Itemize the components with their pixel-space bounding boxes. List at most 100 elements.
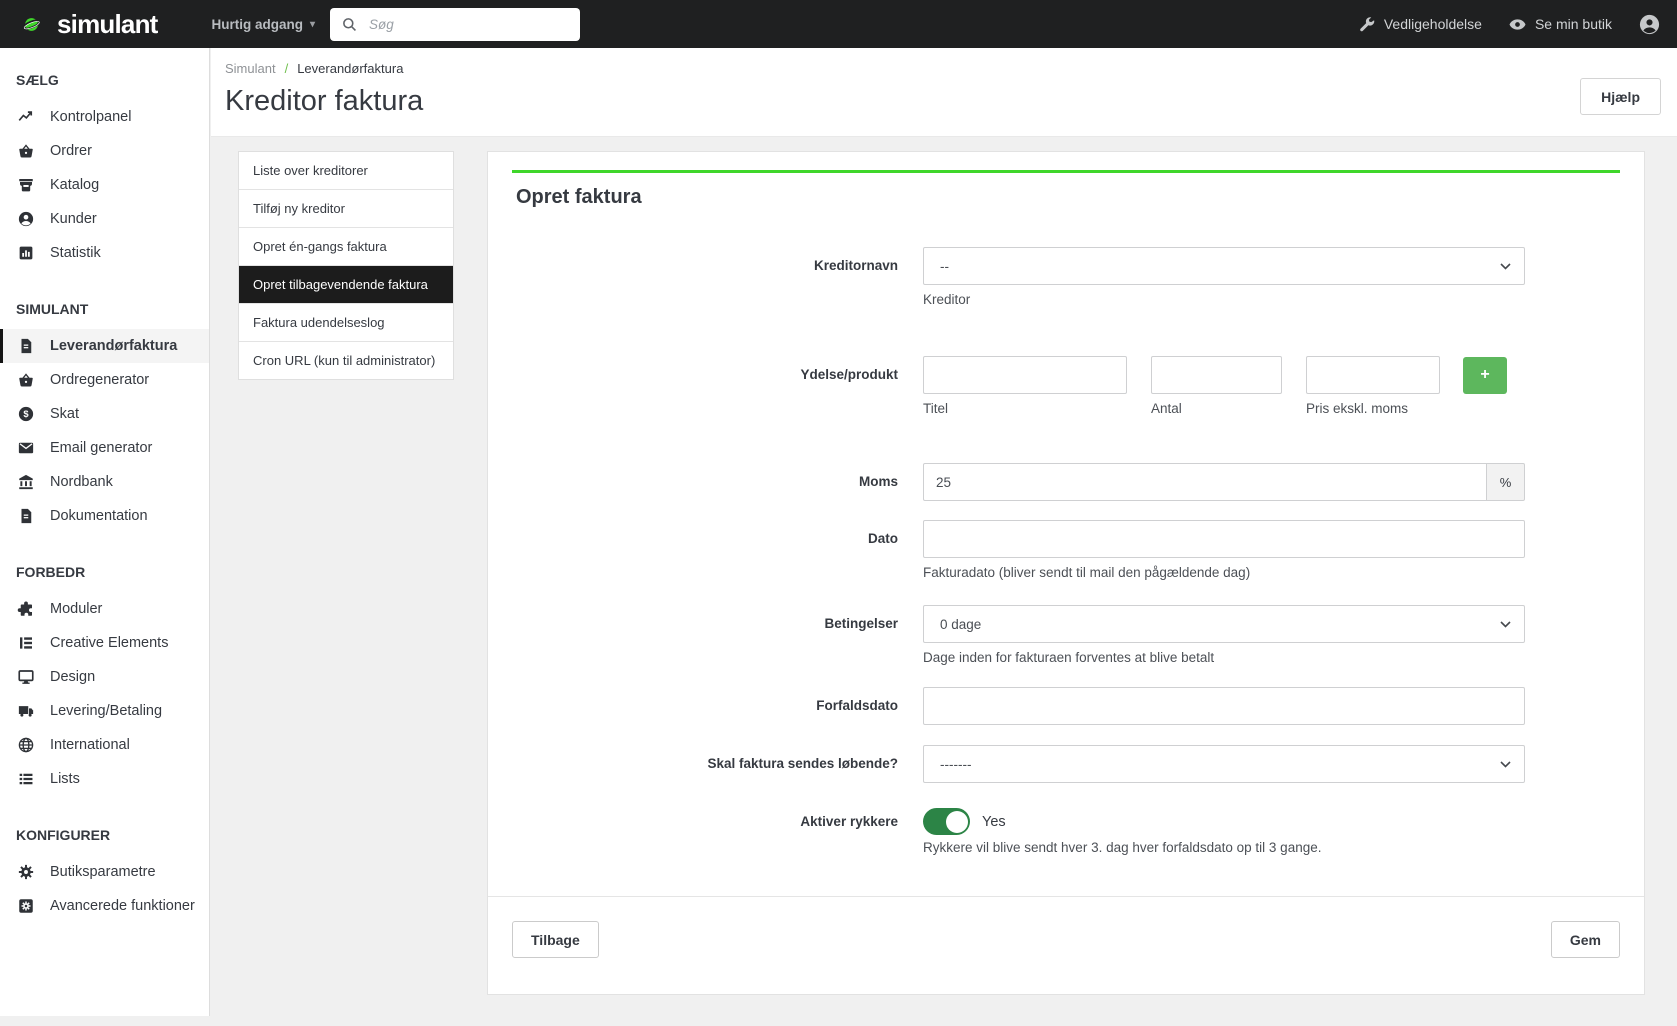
sidebar-item-design[interactable]: Design: [0, 660, 209, 694]
terms-label: Betingelser: [512, 605, 923, 665]
sidebar-item-moduler[interactable]: Moduler: [0, 592, 209, 626]
sidebar-item-statistik[interactable]: Statistik: [0, 236, 209, 270]
terms-row: Betingelser 0 dage Dage inden for faktur…: [512, 605, 1620, 665]
chevron-down-icon: [1500, 263, 1511, 270]
sidebar-item-kunder[interactable]: Kunder: [0, 202, 209, 236]
submenu-item-faktura-udendelseslog[interactable]: Faktura udendelseslog: [239, 303, 453, 341]
sidebar-item-nordbank[interactable]: Nordbank: [0, 465, 209, 499]
add-product-button[interactable]: +: [1463, 357, 1507, 394]
reminders-label: Aktiver rykkere: [512, 808, 923, 855]
submenu-item-opret-en-gangs-faktura[interactable]: Opret én-gangs faktura: [239, 227, 453, 265]
reminders-row: Aktiver rykkere Yes Rykkere vil blive se…: [512, 808, 1620, 855]
accent-line: [512, 170, 1620, 173]
product-quantity-helper: Antal: [1151, 401, 1306, 416]
reminders-toggle[interactable]: [923, 808, 970, 835]
sidebar-item-label: Statistik: [50, 244, 101, 262]
recurring-label: Skal faktura sendes løbende?: [512, 745, 923, 783]
chevron-down-icon: [1500, 621, 1511, 628]
save-button[interactable]: Gem: [1551, 921, 1620, 958]
sidebar-item-label: Katalog: [50, 176, 99, 194]
invoice-icon: [16, 337, 35, 356]
global-search[interactable]: [330, 8, 580, 41]
view-shop-label: Se min butik: [1535, 16, 1612, 32]
submenu: Liste over kreditorer Tilføj ny kreditor…: [238, 151, 454, 380]
submenu-item-cron-url[interactable]: Cron URL (kun til administrator): [239, 341, 453, 379]
sidebar-item-international[interactable]: International: [0, 728, 209, 762]
help-button[interactable]: Hjælp: [1580, 78, 1661, 115]
sidebar-item-ordrer[interactable]: Ordrer: [0, 134, 209, 168]
terms-helper: Dage inden for fakturaen forventes at bl…: [923, 650, 1525, 665]
person-icon: [16, 210, 35, 229]
sidebar-item-levering-betaling[interactable]: Levering/Betaling: [0, 694, 209, 728]
top-bar: simulant Hurtig adgang ▾ Vedligeholdelse…: [0, 0, 1677, 48]
chevron-down-icon: ▾: [310, 19, 315, 30]
sidebar-section-forbedr: FORBEDR Moduler Creative Elements Design…: [0, 564, 209, 796]
quick-access-menu[interactable]: Hurtig adgang ▾: [212, 17, 316, 32]
view-shop-link[interactable]: Se min butik: [1508, 15, 1612, 34]
recurring-select[interactable]: -------: [923, 745, 1525, 783]
brand-name: simulant: [57, 11, 158, 37]
svg-text:$: $: [23, 409, 29, 419]
product-price-input[interactable]: [1306, 356, 1440, 394]
submenu-item-tilfoej-ny-kreditor[interactable]: Tilføj ny kreditor: [239, 189, 453, 227]
page-title: Kreditor faktura: [225, 85, 1677, 118]
brand-logo[interactable]: simulant: [0, 8, 158, 41]
globe-icon: [16, 736, 35, 755]
due-date-input[interactable]: [923, 687, 1525, 725]
sidebar-item-label: Nordbank: [50, 473, 113, 491]
sidebar-item-label: Skat: [50, 405, 79, 423]
product-quantity-input[interactable]: [1151, 356, 1282, 394]
recurring-select-value: -------: [940, 757, 971, 772]
reminders-toggle-state: Yes: [982, 814, 1006, 830]
breadcrumb-root[interactable]: Simulant: [225, 61, 276, 76]
sidebar-item-creative-elements[interactable]: Creative Elements: [0, 626, 209, 660]
sidebar-item-katalog[interactable]: Katalog: [0, 168, 209, 202]
submenu-item-liste-over-kreditorer[interactable]: Liste over kreditorer: [239, 152, 453, 189]
sidebar-item-skat[interactable]: $ Skat: [0, 397, 209, 431]
sidebar-item-label: Butiksparametre: [50, 863, 156, 881]
sidebar-item-label: Avancerede funktioner: [50, 897, 195, 915]
section-title: KONFIGURER: [0, 827, 209, 843]
maintenance-link[interactable]: Vedligeholdelse: [1357, 15, 1482, 34]
sidebar-section-simulant: SIMULANT Leverandørfaktura Ordregenerato…: [0, 301, 209, 533]
quick-access-label: Hurtig adgang: [212, 17, 304, 32]
invoice-date-row: Dato Fakturadato (bliver sendt til mail …: [512, 520, 1620, 580]
recurring-row: Skal faktura sendes løbende? -------: [512, 745, 1620, 783]
invoice-date-helper: Fakturadato (bliver sendt til mail den p…: [923, 565, 1525, 580]
sidebar-item-kontrolpanel[interactable]: Kontrolpanel: [0, 100, 209, 134]
sidebar-item-lists[interactable]: Lists: [0, 762, 209, 796]
invoice-date-input[interactable]: [923, 520, 1525, 558]
terms-select[interactable]: 0 dage: [923, 605, 1525, 643]
search-input[interactable]: [367, 16, 570, 33]
bank-icon: [16, 473, 35, 492]
creditor-select-value: --: [940, 259, 949, 274]
sidebar-item-label: Design: [50, 668, 95, 686]
sidebar-item-leverandoerfaktura[interactable]: Leverandørfaktura: [0, 329, 209, 363]
sidebar-item-ordregenerator[interactable]: Ordregenerator: [0, 363, 209, 397]
card-footer: Tilbage Gem: [488, 896, 1644, 978]
product-title-helper: Titel: [923, 401, 1151, 416]
search-icon: [340, 15, 359, 34]
invoice-date-label: Dato: [512, 520, 923, 580]
sidebar-item-butiksparametre[interactable]: Butiksparametre: [0, 855, 209, 889]
sidebar-item-avancerede-funktioner[interactable]: Avancerede funktioner: [0, 889, 209, 923]
chevron-down-icon: [1500, 761, 1511, 768]
sidebar-item-email-generator[interactable]: Email generator: [0, 431, 209, 465]
form-heading: Opret faktura: [516, 186, 1620, 209]
toggle-knob: [946, 811, 968, 833]
account-avatar[interactable]: [1638, 13, 1661, 36]
product-title-input[interactable]: [923, 356, 1127, 394]
creditor-select[interactable]: --: [923, 247, 1525, 285]
breadcrumb-separator: /: [285, 61, 289, 76]
truck-icon: [16, 702, 35, 721]
topbar-right: Vedligeholdelse Se min butik: [1357, 13, 1677, 36]
sidebar-item-label: Kontrolpanel: [50, 108, 131, 126]
reminders-helper: Rykkere vil blive sendt hver 3. dag hver…: [923, 840, 1525, 855]
submenu-item-opret-tilbagevendende-faktura[interactable]: Opret tilbagevendende faktura: [239, 265, 453, 303]
back-button[interactable]: Tilbage: [512, 921, 599, 958]
dollar-icon: $: [16, 405, 35, 424]
sidebar-item-dokumentation[interactable]: Dokumentation: [0, 499, 209, 533]
document-icon: [16, 507, 35, 526]
sidebar-item-label: Lists: [50, 770, 80, 788]
vat-input[interactable]: [923, 463, 1487, 501]
